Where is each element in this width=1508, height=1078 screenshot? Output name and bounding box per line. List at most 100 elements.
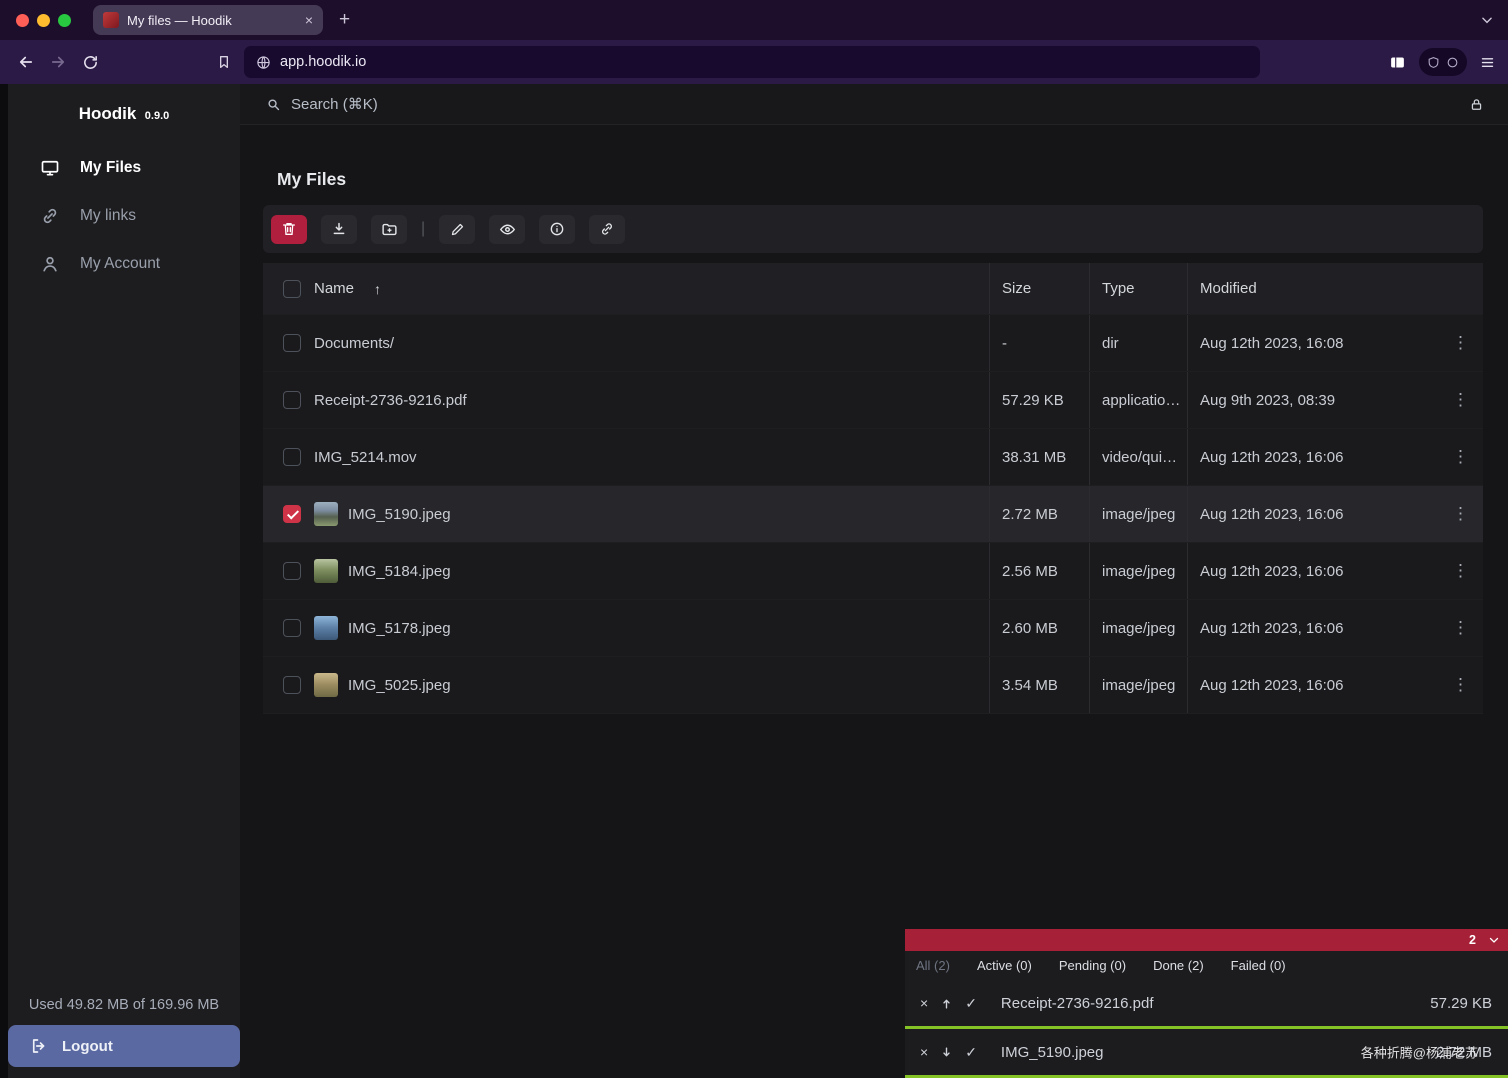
tab-list-chevron-icon[interactable] xyxy=(1480,13,1494,27)
row-checkbox[interactable] xyxy=(283,391,301,409)
tab-pending[interactable]: Pending (0) xyxy=(1059,958,1126,973)
file-name: Documents/ xyxy=(314,334,395,352)
table-row[interactable]: IMG_5214.mov 38.31 MB video/qui… Aug 12t… xyxy=(263,429,1483,486)
toolbar-right-cluster xyxy=(1388,48,1496,76)
menu-icon[interactable] xyxy=(1479,55,1496,70)
transfers-panel: 2 All (2) Active (0) Pending (0) Done (2… xyxy=(905,929,1508,1078)
row-checkbox-checked[interactable] xyxy=(283,505,301,523)
file-thumbnail xyxy=(314,673,338,697)
transfer-file-name: Receipt-2736-9216.pdf xyxy=(1000,994,1154,1012)
transfer-item: × ✓ IMG_5190.jpeg 2.72 MB 各种折腾@杨浦老苏 xyxy=(905,1029,1508,1075)
tab-title: My files — Hoodik xyxy=(127,12,232,28)
row-menu-button[interactable]: ⋮ xyxy=(1438,372,1483,428)
row-checkbox[interactable] xyxy=(283,676,301,694)
file-modified: Aug 12th 2023, 16:06 xyxy=(1187,543,1438,599)
new-folder-button[interactable] xyxy=(371,214,407,244)
forward-button[interactable] xyxy=(44,48,72,76)
rename-button[interactable] xyxy=(439,214,476,244)
app-root: Hoodik 0.9.0 My Files My links My Accoun… xyxy=(0,84,1508,1078)
url-bar[interactable]: app.hoodik.io xyxy=(244,46,1260,78)
sidebar-nav: My Files My links My Account xyxy=(8,144,240,288)
brand-name: Hoodik xyxy=(78,104,137,123)
file-name: IMG_5184.jpeg xyxy=(348,562,451,580)
file-modified: Aug 12th 2023, 16:06 xyxy=(1187,657,1438,713)
row-menu-button[interactable]: ⋮ xyxy=(1438,486,1483,542)
file-size: 3.54 MB xyxy=(989,657,1089,713)
download-button[interactable] xyxy=(321,214,357,244)
table-row[interactable]: IMG_5184.jpeg 2.56 MB image/jpeg Aug 12t… xyxy=(263,543,1483,600)
sort-ascending-icon: ↑ xyxy=(374,280,382,297)
column-header-size[interactable]: Size xyxy=(989,263,1089,314)
search-bar[interactable]: Search (⌘K) xyxy=(240,84,1508,125)
url-text: app.hoodik.io xyxy=(280,54,367,70)
browser-titlebar: My files — Hoodik × + xyxy=(0,0,1508,40)
file-modified: Aug 12th 2023, 16:06 xyxy=(1187,429,1438,485)
page-title: My Files xyxy=(277,169,347,189)
share-link-button[interactable] xyxy=(589,214,626,244)
table-row[interactable]: Receipt-2736-9216.pdf 57.29 KB applicati… xyxy=(263,372,1483,429)
preview-button[interactable] xyxy=(489,214,526,244)
browser-tab[interactable]: My files — Hoodik × xyxy=(93,5,323,35)
delete-button[interactable] xyxy=(271,214,307,244)
transfer-file-size: 2.72 MB 各种折腾@杨浦老苏 xyxy=(1361,1044,1492,1061)
column-header-type[interactable]: Type xyxy=(1089,263,1187,314)
minimize-window-button[interactable] xyxy=(37,13,50,27)
row-checkbox[interactable] xyxy=(283,448,301,466)
tab-all[interactable]: All (2) xyxy=(916,958,950,973)
info-button[interactable] xyxy=(539,214,576,244)
logout-button[interactable]: Logout xyxy=(8,1025,240,1067)
storage-usage-text: Used 49.82 MB of 169.96 MB xyxy=(28,997,220,1013)
tab-active[interactable]: Active (0) xyxy=(977,958,1032,973)
file-size: 57.29 KB xyxy=(989,372,1089,428)
row-menu-button[interactable]: ⋮ xyxy=(1438,543,1483,599)
row-menu-button[interactable]: ⋮ xyxy=(1438,315,1483,371)
column-header-modified[interactable]: Modified xyxy=(1187,263,1438,314)
row-menu-button[interactable]: ⋮ xyxy=(1438,657,1483,713)
back-button[interactable] xyxy=(12,48,40,76)
sidebar-item-my-files[interactable]: My Files xyxy=(8,144,240,192)
tab-done[interactable]: Done (2) xyxy=(1153,958,1204,973)
file-type: dir xyxy=(1089,315,1187,371)
row-checkbox[interactable] xyxy=(283,619,301,637)
download-arrow-icon xyxy=(939,1045,954,1060)
table-row[interactable]: IMG_5178.jpeg 2.60 MB image/jpeg Aug 12t… xyxy=(263,600,1483,657)
file-modified: Aug 12th 2023, 16:08 xyxy=(1187,315,1438,371)
file-thumbnail xyxy=(314,502,338,526)
close-window-button[interactable] xyxy=(16,13,29,27)
file-size: - xyxy=(989,315,1089,371)
cancel-transfer-icon[interactable]: × xyxy=(920,1044,928,1060)
sidebar-item-label: My links xyxy=(80,207,136,224)
row-menu-button[interactable]: ⋮ xyxy=(1438,600,1483,656)
sidebar-item-my-links[interactable]: My links xyxy=(8,192,240,240)
table-row-selected[interactable]: IMG_5190.jpeg 2.72 MB image/jpeg Aug 12t… xyxy=(263,486,1483,543)
cancel-transfer-icon[interactable]: × xyxy=(920,995,928,1011)
row-menu-button[interactable]: ⋮ xyxy=(1438,429,1483,485)
row-checkbox[interactable] xyxy=(283,334,301,352)
select-all-checkbox[interactable] xyxy=(283,279,301,298)
watermark-text: 各种折腾@杨浦老苏 xyxy=(1360,1045,1478,1061)
new-tab-button[interactable]: + xyxy=(339,9,350,31)
tab-favicon-icon xyxy=(103,12,119,28)
table-row[interactable]: IMG_5025.jpeg 3.54 MB image/jpeg Aug 12t… xyxy=(263,657,1483,714)
lock-icon[interactable] xyxy=(1469,97,1484,112)
tab-failed[interactable]: Failed (0) xyxy=(1231,958,1286,973)
sidebar-item-my-account[interactable]: My Account xyxy=(8,240,240,288)
column-header-name[interactable]: Name ↑ xyxy=(306,263,989,314)
tab-close-icon[interactable]: × xyxy=(305,12,313,28)
collapse-chevron-icon[interactable] xyxy=(1488,934,1500,946)
transfers-header[interactable]: 2 xyxy=(905,929,1508,951)
sidebar-toggle-icon[interactable] xyxy=(1388,54,1407,71)
link-icon xyxy=(40,206,60,226)
zoom-window-button[interactable] xyxy=(58,13,71,27)
logout-label: Logout xyxy=(62,1037,113,1055)
file-type: image/jpeg xyxy=(1089,486,1187,542)
reload-button[interactable] xyxy=(76,48,104,76)
transfer-item: × ✓ Receipt-2736-9216.pdf 57.29 KB xyxy=(905,980,1508,1026)
window-controls xyxy=(0,13,71,27)
bookmark-icon[interactable] xyxy=(216,54,232,70)
transfers-count-badge: 2 xyxy=(1469,933,1476,947)
extensions-pill[interactable] xyxy=(1419,48,1467,76)
file-name: IMG_5025.jpeg xyxy=(348,676,451,694)
row-checkbox[interactable] xyxy=(283,562,301,580)
table-row[interactable]: Documents/ - dir Aug 12th 2023, 16:08 ⋮ xyxy=(263,315,1483,372)
